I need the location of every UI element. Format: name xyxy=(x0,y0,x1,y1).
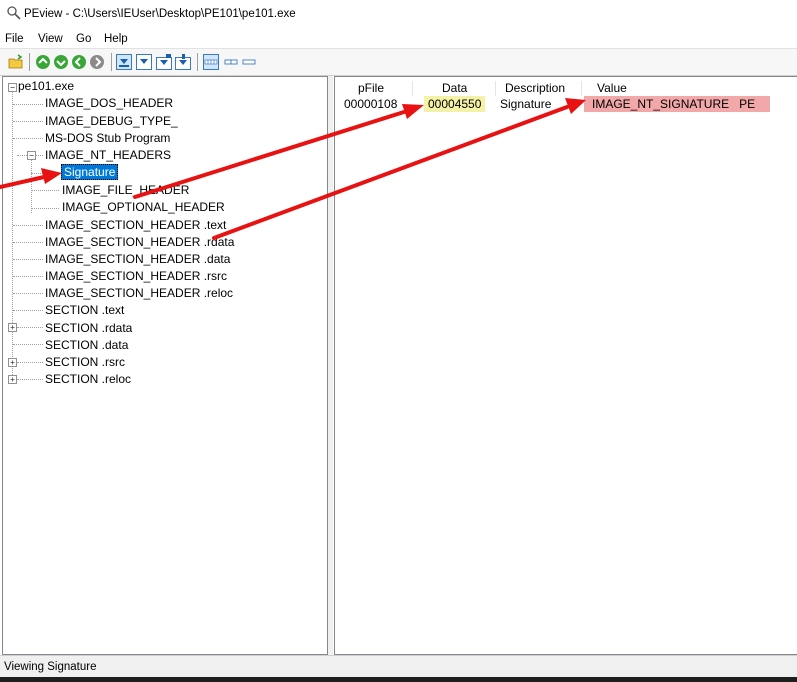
menu-file[interactable]: File xyxy=(5,33,24,45)
tree-item-image-file-header[interactable]: IMAGE_FILE_HEADER xyxy=(62,182,189,199)
menu-view[interactable]: View xyxy=(38,33,63,45)
column-header-value[interactable]: Value xyxy=(597,81,627,95)
window-title: PEview - C:\Users\IEUser\Desktop\PE101\p… xyxy=(24,8,296,20)
menu-go[interactable]: Go xyxy=(76,33,91,45)
tree-item-section-rdata[interactable]: SECTION .rdata xyxy=(45,320,132,337)
tree-item-section-header-rsrc[interactable]: IMAGE_SECTION_HEADER .rsrc xyxy=(45,268,227,285)
toolbar-separator xyxy=(29,53,30,71)
view-word-icon[interactable] xyxy=(223,54,239,70)
view-byte-icon[interactable] xyxy=(203,54,219,70)
toolbar-separator xyxy=(111,53,112,71)
tree-item-section-header-rdata[interactable]: IMAGE_SECTION_HEADER .rdata xyxy=(45,234,234,251)
view-pfile-icon[interactable] xyxy=(136,54,152,70)
cell-description: Signature xyxy=(500,97,552,111)
expand-toggle-icon[interactable]: + xyxy=(8,375,17,384)
tree-item-root[interactable]: pe101.exe xyxy=(18,78,74,95)
go-next-icon[interactable] xyxy=(89,54,105,70)
view-hex-icon[interactable] xyxy=(116,54,132,70)
go-forward-icon[interactable] xyxy=(53,54,69,70)
menu-help[interactable]: Help xyxy=(104,33,128,45)
tree-item-ms-dos-stub[interactable]: MS-DOS Stub Program xyxy=(45,130,170,147)
tree-item-section-data[interactable]: SECTION .data xyxy=(45,337,128,354)
tree-item-section-header-text[interactable]: IMAGE_SECTION_HEADER .text xyxy=(45,217,226,234)
toolbar-separator xyxy=(197,53,198,71)
go-previous-icon[interactable] xyxy=(71,54,87,70)
view-dword-icon[interactable] xyxy=(241,54,257,70)
status-bar: Viewing Signature xyxy=(0,655,797,677)
column-header-data[interactable]: Data xyxy=(442,81,467,95)
tree-item-image-dos-header[interactable]: IMAGE_DOS_HEADER xyxy=(45,95,173,112)
peview-app-icon xyxy=(7,6,21,20)
menu-bar: File View Go Help xyxy=(0,29,797,48)
cell-value: IMAGE_NT_SIGNATURE PE xyxy=(584,96,770,112)
go-back-icon[interactable] xyxy=(35,54,51,70)
tree-item-section-rsrc[interactable]: SECTION .rsrc xyxy=(45,354,125,371)
table-header: pFile Data Description Value xyxy=(335,79,797,96)
toolbar xyxy=(0,48,797,76)
tree-item-section-header-data[interactable]: IMAGE_SECTION_HEADER .data xyxy=(45,251,230,268)
view-va-icon[interactable] xyxy=(175,54,191,70)
detail-pane: pFile Data Description Value 00000108 00… xyxy=(334,76,797,655)
title-bar: PEview - C:\Users\IEUser\Desktop\PE101\p… xyxy=(0,0,797,28)
tree-item-image-optional-header[interactable]: IMAGE_OPTIONAL_HEADER xyxy=(62,199,225,216)
cell-pfile: 00000108 xyxy=(344,97,398,111)
status-text: Viewing Signature xyxy=(4,661,97,673)
view-rva-icon[interactable] xyxy=(156,54,172,70)
tree-pane[interactable]: − pe101.exe − + + + IMAGE_DOS_HEADER IMA… xyxy=(2,76,328,655)
cell-data: 00004550 xyxy=(424,96,486,112)
tree-item-section-text[interactable]: SECTION .text xyxy=(45,302,124,319)
tree-item-section-header-reloc[interactable]: IMAGE_SECTION_HEADER .reloc xyxy=(45,285,233,302)
tree-item-signature[interactable]: Signature xyxy=(61,164,119,181)
column-header-pfile[interactable]: pFile xyxy=(358,81,384,95)
tree-item-section-reloc[interactable]: SECTION .reloc xyxy=(45,371,131,388)
column-header-description[interactable]: Description xyxy=(505,81,565,95)
collapse-toggle-icon[interactable]: − xyxy=(27,151,36,160)
expand-toggle-icon[interactable]: + xyxy=(8,358,17,367)
tree-item-image-nt-headers[interactable]: IMAGE_NT_HEADERS xyxy=(45,147,171,164)
expand-toggle-icon[interactable]: + xyxy=(8,323,17,332)
window-bottom-edge xyxy=(0,677,797,682)
tree-item-image-debug-type[interactable]: IMAGE_DEBUG_TYPE_ xyxy=(45,113,178,130)
open-file-icon[interactable] xyxy=(8,54,24,70)
pane-splitter[interactable] xyxy=(328,76,333,655)
